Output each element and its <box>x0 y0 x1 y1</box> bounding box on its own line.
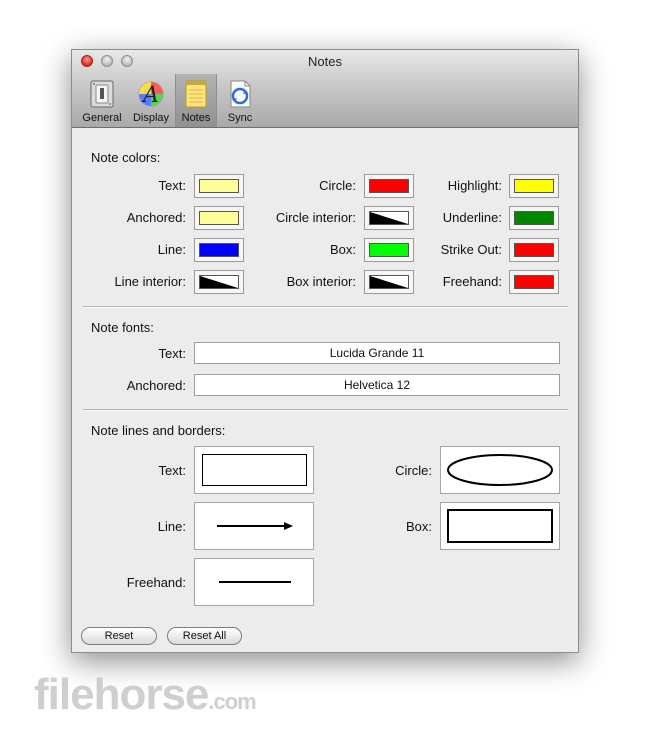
text-font-label: Text: <box>158 346 186 361</box>
toolbar-item-display[interactable]: A Display <box>128 74 174 127</box>
box-interior-color-label: Box interior: <box>286 274 356 289</box>
freehand-line-well[interactable] <box>194 558 314 606</box>
anchored-color-well[interactable] <box>194 206 244 230</box>
watermark-logo: filehorse.com <box>34 670 257 720</box>
anchored-color-label: Anchored: <box>126 210 186 225</box>
ellipse-border-preview <box>447 454 553 486</box>
line-color-label: Line: <box>157 242 186 257</box>
circle-line-label: Circle: <box>395 463 432 478</box>
text-line-label: Text: <box>158 463 186 478</box>
window-title: Notes <box>308 54 342 69</box>
color-swatch <box>369 243 409 257</box>
line-line-label: Line: <box>157 519 186 534</box>
text-color-label: Text: <box>158 178 186 193</box>
color-swatch <box>514 211 554 225</box>
circle-color-label: Circle: <box>319 178 356 193</box>
divider <box>83 409 568 411</box>
titlebar: Notes General A Display Notes Sync <box>72 50 578 128</box>
circle-interior-color-well[interactable] <box>364 206 414 230</box>
color-swatch <box>199 211 239 225</box>
notes-preferences-window: Notes General A Display Notes Sync Note … <box>71 49 579 653</box>
freehand-color-label: Freehand: <box>442 274 502 289</box>
line-interior-color-well[interactable] <box>194 270 244 294</box>
line-style-well[interactable] <box>194 502 314 550</box>
color-swatch <box>514 179 554 193</box>
freehand-color-well[interactable] <box>509 270 559 294</box>
anchored-font-field[interactable]: Helvetica 12 <box>194 374 560 396</box>
box-color-label: Box: <box>329 242 356 257</box>
circle-border-well[interactable] <box>440 446 560 494</box>
no-color-swatch <box>369 211 409 225</box>
reset-button[interactable]: Reset <box>81 627 157 645</box>
svg-text:A: A <box>141 83 159 108</box>
watermark-brand: filehorse <box>34 670 209 719</box>
color-swatch <box>514 243 554 257</box>
reset-all-button[interactable]: Reset All <box>167 627 242 645</box>
strike-out-color-well[interactable] <box>509 238 559 262</box>
highlight-color-well[interactable] <box>509 174 559 198</box>
rectangle-border-preview <box>202 454 307 486</box>
freehand-line-label: Freehand: <box>126 575 186 590</box>
no-color-swatch <box>199 275 239 289</box>
strike-out-color-label: Strike Out: <box>440 242 502 257</box>
box-line-label: Box: <box>405 519 432 534</box>
circle-color-well[interactable] <box>364 174 414 198</box>
anchored-font-label: Anchored: <box>126 378 186 393</box>
underline-color-label: Underline: <box>442 210 502 225</box>
toolbar-item-general[interactable]: General <box>77 74 127 127</box>
note-lines-heading: Note lines and borders: <box>91 423 226 438</box>
line-interior-color-label: Line interior: <box>114 274 186 289</box>
color-swatch <box>199 243 239 257</box>
font-color-icon: A <box>138 81 164 108</box>
toolbar-item-sync[interactable]: Sync <box>220 74 260 127</box>
highlight-color-label: Highlight: <box>447 178 502 193</box>
note-colors-heading: Note colors: <box>91 150 161 165</box>
color-swatch <box>369 179 409 193</box>
arrow-line-preview <box>217 522 293 530</box>
underline-color-well[interactable] <box>509 206 559 230</box>
text-font-field[interactable]: Lucida Grande 11 <box>194 342 560 364</box>
notepad-icon <box>185 80 207 108</box>
color-swatch <box>514 275 554 289</box>
switch-icon <box>90 80 114 108</box>
no-color-swatch <box>369 275 409 289</box>
box-border-well[interactable] <box>440 502 560 550</box>
box-color-well[interactable] <box>364 238 414 262</box>
note-fonts-heading: Note fonts: <box>91 320 154 335</box>
box-interior-color-well[interactable] <box>364 270 414 294</box>
circle-interior-color-label: Circle interior: <box>275 210 356 225</box>
text-color-well[interactable] <box>194 174 244 198</box>
notes-preferences-pane: Note colors: Text: Circle: Highlight: An… <box>72 128 578 652</box>
freehand-line-preview <box>219 581 291 583</box>
watermark-suffix: .com <box>208 689 256 714</box>
color-swatch <box>199 179 239 193</box>
text-border-well[interactable] <box>194 446 314 494</box>
line-color-well[interactable] <box>194 238 244 262</box>
toolbar-item-notes[interactable]: Notes <box>175 74 217 127</box>
divider <box>83 306 568 308</box>
box-border-preview <box>447 509 553 543</box>
sync-icon <box>230 80 251 108</box>
